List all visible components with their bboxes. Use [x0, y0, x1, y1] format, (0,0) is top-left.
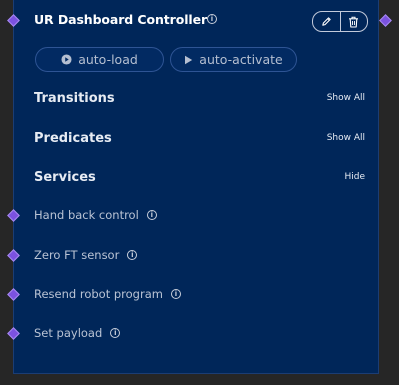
info-icon[interactable]: i [146, 210, 157, 220]
pencil-icon [322, 17, 331, 26]
services-title: Services [34, 170, 96, 185]
edit-button[interactable] [313, 12, 340, 31]
info-icon[interactable]: i [207, 14, 217, 24]
service-label: Resend robot program [34, 287, 163, 301]
service-item-zero-ft-sensor[interactable]: Zero FT sensor i [34, 248, 138, 262]
transitions-title: Transitions [34, 91, 115, 106]
auto-activate-button[interactable]: auto-activate [170, 47, 297, 72]
output-port-handle[interactable] [379, 14, 392, 27]
info-icon[interactable]: i [170, 289, 181, 299]
auto-load-button[interactable]: auto-load [35, 47, 164, 72]
play-icon [184, 55, 193, 65]
service-label: Set payload [34, 326, 103, 340]
predicates-title: Predicates [34, 131, 112, 146]
trash-icon [349, 16, 359, 28]
node-card: UR Dashboard Controller i auto-load auto… [13, 0, 379, 374]
service-label: Zero FT sensor [34, 248, 120, 262]
node-title: UR Dashboard Controller [34, 12, 208, 27]
service-item-set-payload[interactable]: Set payload i [34, 326, 121, 340]
service-item-resend-robot-program[interactable]: Resend robot program i [34, 287, 181, 301]
predicates-show-all-link[interactable]: Show All [327, 133, 365, 143]
transitions-show-all-link[interactable]: Show All [327, 93, 365, 103]
delete-button[interactable] [341, 12, 368, 31]
auto-activate-label: auto-activate [199, 52, 283, 67]
service-item-hand-back-control[interactable]: Hand back control i [34, 208, 157, 222]
node-toolbar [312, 11, 368, 32]
play-circle-icon [61, 54, 72, 65]
services-hide-link[interactable]: Hide [344, 172, 365, 182]
info-icon[interactable]: i [110, 328, 121, 338]
auto-load-label: auto-load [78, 52, 138, 67]
info-icon[interactable]: i [127, 250, 138, 260]
service-label: Hand back control [34, 208, 139, 222]
